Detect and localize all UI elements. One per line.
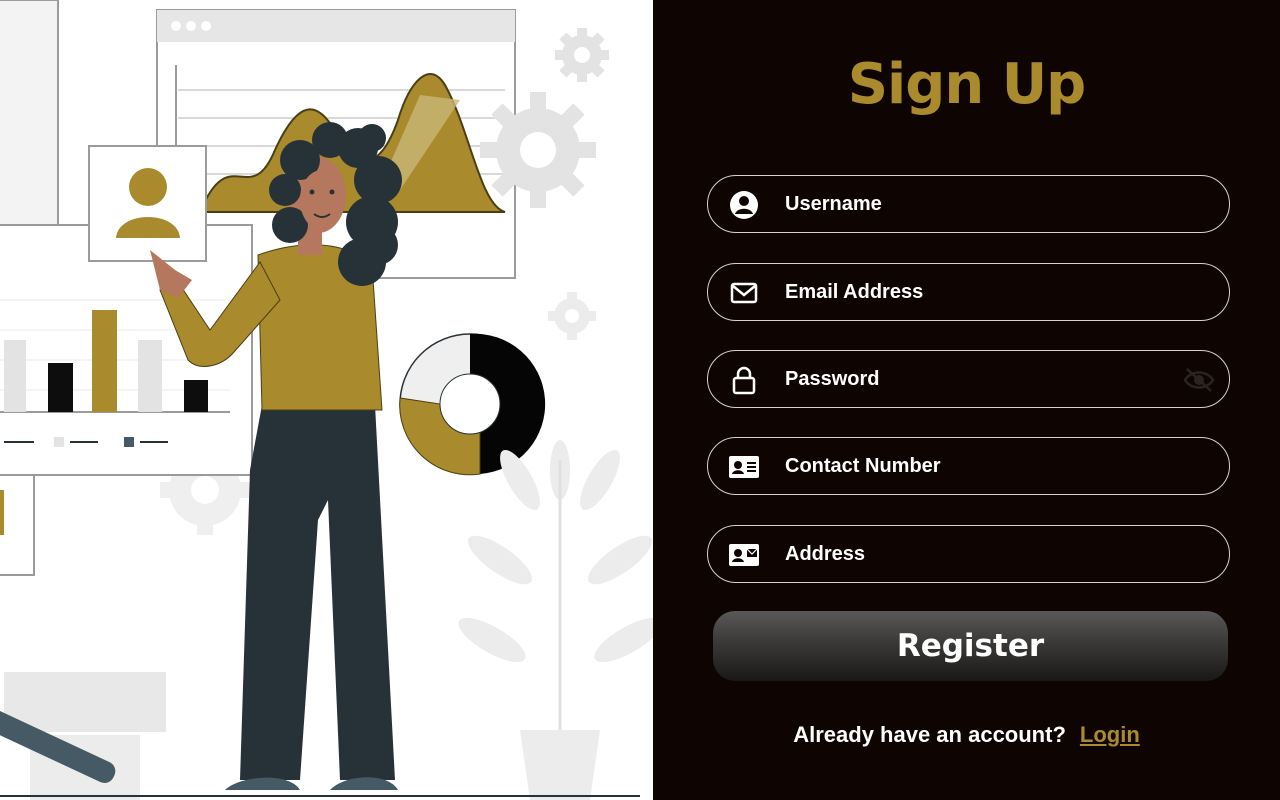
storage-box <box>4 672 166 732</box>
analytics-illustration <box>0 0 653 800</box>
password-field[interactable]: Password <box>707 350 1230 408</box>
background-window-left <box>0 0 59 251</box>
email-field[interactable]: Email Address <box>707 263 1230 321</box>
signup-panel: Sign Up Username Email Address Password … <box>653 0 1280 800</box>
login-link[interactable]: Login <box>1080 722 1140 747</box>
login-prompt-text: Already have an account? <box>793 722 1066 747</box>
register-button[interactable]: Register <box>713 611 1228 681</box>
address-placeholder: Address <box>785 543 866 565</box>
address-field[interactable]: Address <box>707 525 1230 583</box>
eye-slash-icon[interactable] <box>1183 366 1215 394</box>
login-prompt: Already have an account? Login <box>653 722 1280 748</box>
illustration-panel <box>0 0 653 800</box>
id-card-icon <box>728 451 760 483</box>
email-placeholder: Email Address <box>785 281 924 303</box>
username-placeholder: Username <box>785 193 882 215</box>
address-card-icon <box>728 539 760 571</box>
contact-number-field[interactable]: Contact Number <box>707 437 1230 495</box>
envelope-icon <box>728 277 760 309</box>
contact-number-placeholder: Contact Number <box>785 455 941 477</box>
lock-icon <box>728 364 760 396</box>
profile-avatar-icon <box>129 168 167 206</box>
username-field[interactable]: Username <box>707 175 1230 233</box>
page-title: Sign Up <box>847 52 1087 117</box>
user-circle-icon <box>728 189 760 221</box>
password-placeholder: Password <box>785 368 880 390</box>
plant-decoration <box>458 440 653 800</box>
